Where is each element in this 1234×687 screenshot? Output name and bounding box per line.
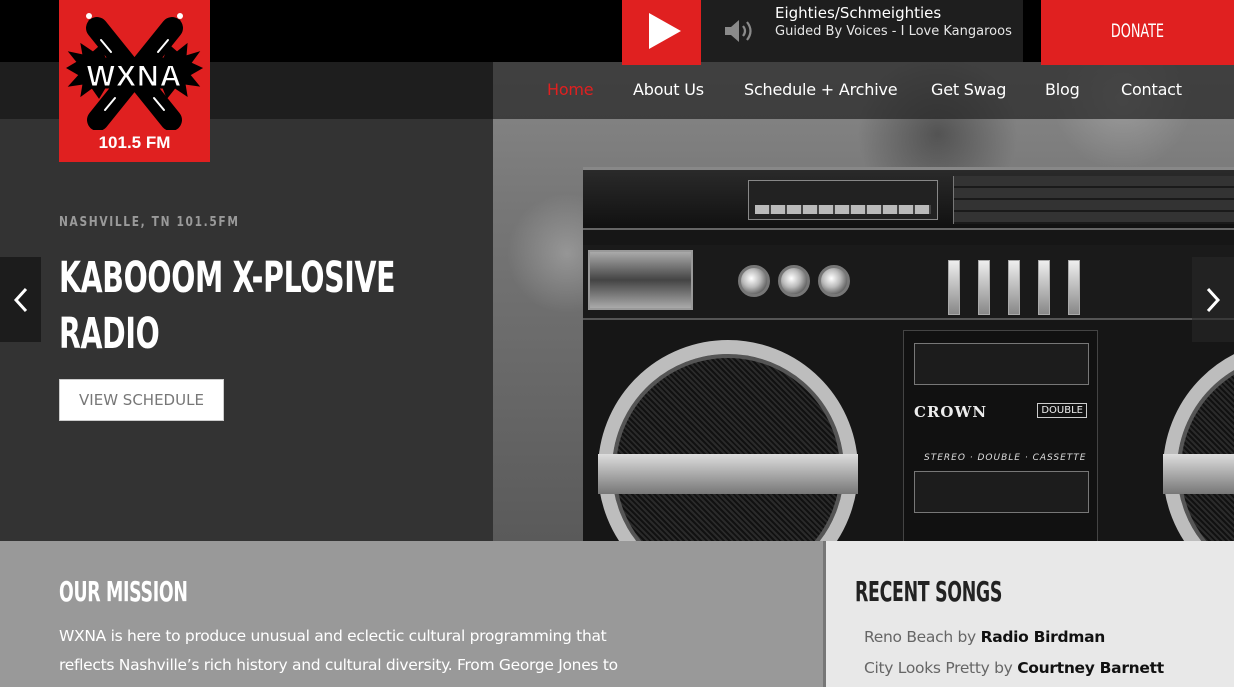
hero-title-line-2: RADIO bbox=[59, 309, 160, 359]
mic-mixing-knob bbox=[818, 265, 850, 297]
equalizer-slider bbox=[1008, 260, 1020, 315]
speaker-left bbox=[598, 340, 858, 541]
hero-eyebrow: NASHVILLE, TN 101.5FM bbox=[59, 215, 240, 230]
nav-get-swag[interactable]: Get Swag bbox=[931, 80, 1006, 99]
sound-level-meter bbox=[748, 180, 938, 220]
boombox-caption: STEREO · DOUBLE · CASSETTE bbox=[924, 453, 1087, 463]
deck-b-window bbox=[914, 471, 1089, 513]
volume-knob bbox=[738, 265, 770, 297]
nav-about-us[interactable]: About Us bbox=[633, 80, 704, 99]
nav-home[interactable]: Home bbox=[547, 80, 594, 99]
song-by: by bbox=[994, 659, 1013, 677]
logo-frequency: 101.5 FM bbox=[98, 133, 171, 152]
speaker-right bbox=[1163, 340, 1234, 541]
logo-wordmark: WXNA bbox=[86, 60, 183, 94]
play-icon bbox=[648, 13, 681, 49]
radio-dial bbox=[953, 176, 1234, 224]
song-artist[interactable]: Radio Birdman bbox=[981, 628, 1106, 646]
song-by: by bbox=[957, 628, 977, 646]
chevron-right-icon bbox=[1206, 287, 1221, 312]
mission-text: WXNA is here to produce unusual and ecle… bbox=[59, 627, 618, 674]
slider-next-button[interactable] bbox=[1192, 257, 1234, 342]
main-nav: Home About Us Schedule + Archive Get Swa… bbox=[493, 62, 1234, 119]
hero-boombox-image: CROWN DOUBLE STEREO · DOUBLE · CASSETTE bbox=[493, 62, 1234, 541]
hero-title-line-1: KABOOOM X-PLOSIVE bbox=[59, 253, 396, 303]
equalizer-slider bbox=[1038, 260, 1050, 315]
donate-label: DONATE bbox=[1110, 20, 1165, 42]
song-artist[interactable]: Courtney Barnett bbox=[1017, 659, 1164, 677]
wxna-logo[interactable]: WXNA 101.5 FM bbox=[59, 0, 210, 162]
recent-songs-title: RECENT SONGS bbox=[855, 575, 1003, 608]
boombox: CROWN DOUBLE STEREO · DOUBLE · CASSETTE bbox=[583, 167, 1234, 541]
chevron-left-icon bbox=[13, 287, 27, 312]
boombox-brand: CROWN bbox=[914, 403, 988, 421]
donate-button[interactable]: DONATE bbox=[1041, 0, 1234, 62]
tweeter-horn bbox=[588, 250, 693, 310]
nav-schedule-archive[interactable]: Schedule + Archive bbox=[744, 80, 898, 99]
mission-title: OUR MISSION bbox=[59, 575, 188, 608]
equalizer-slider bbox=[1068, 260, 1080, 315]
deck-a-window bbox=[914, 343, 1089, 385]
hero-title: KABOOOM X-PLOSIVE RADIO bbox=[59, 250, 455, 362]
equalizer-slider bbox=[948, 260, 960, 315]
boombox-badge: DOUBLE bbox=[1037, 403, 1087, 418]
recent-song-item: Reno Beach by Radio Birdman bbox=[864, 628, 1105, 646]
slider-prev-button[interactable] bbox=[0, 257, 41, 342]
speaker-volume-icon[interactable] bbox=[723, 17, 757, 45]
equalizer-slider bbox=[978, 260, 990, 315]
now-playing-track: Guided By Voices - I Love Kangaroos bbox=[775, 24, 1012, 39]
cassette-deck: CROWN DOUBLE STEREO · DOUBLE · CASSETTE bbox=[903, 330, 1098, 541]
nav-contact[interactable]: Contact bbox=[1121, 80, 1182, 99]
recent-song-item: City Looks Pretty by Courtney Barnett bbox=[864, 659, 1164, 677]
now-playing-show: Eighties/Schmeighties bbox=[775, 4, 942, 22]
song-title[interactable]: City Looks Pretty bbox=[864, 659, 990, 677]
now-playing-panel: Eighties/Schmeighties Guided By Voices -… bbox=[701, 0, 1023, 62]
play-button[interactable] bbox=[622, 0, 701, 62]
nav-blog[interactable]: Blog bbox=[1045, 80, 1080, 99]
balance-knob bbox=[778, 265, 810, 297]
song-title[interactable]: Reno Beach bbox=[864, 628, 953, 646]
view-schedule-button[interactable]: VIEW SCHEDULE bbox=[59, 379, 224, 421]
